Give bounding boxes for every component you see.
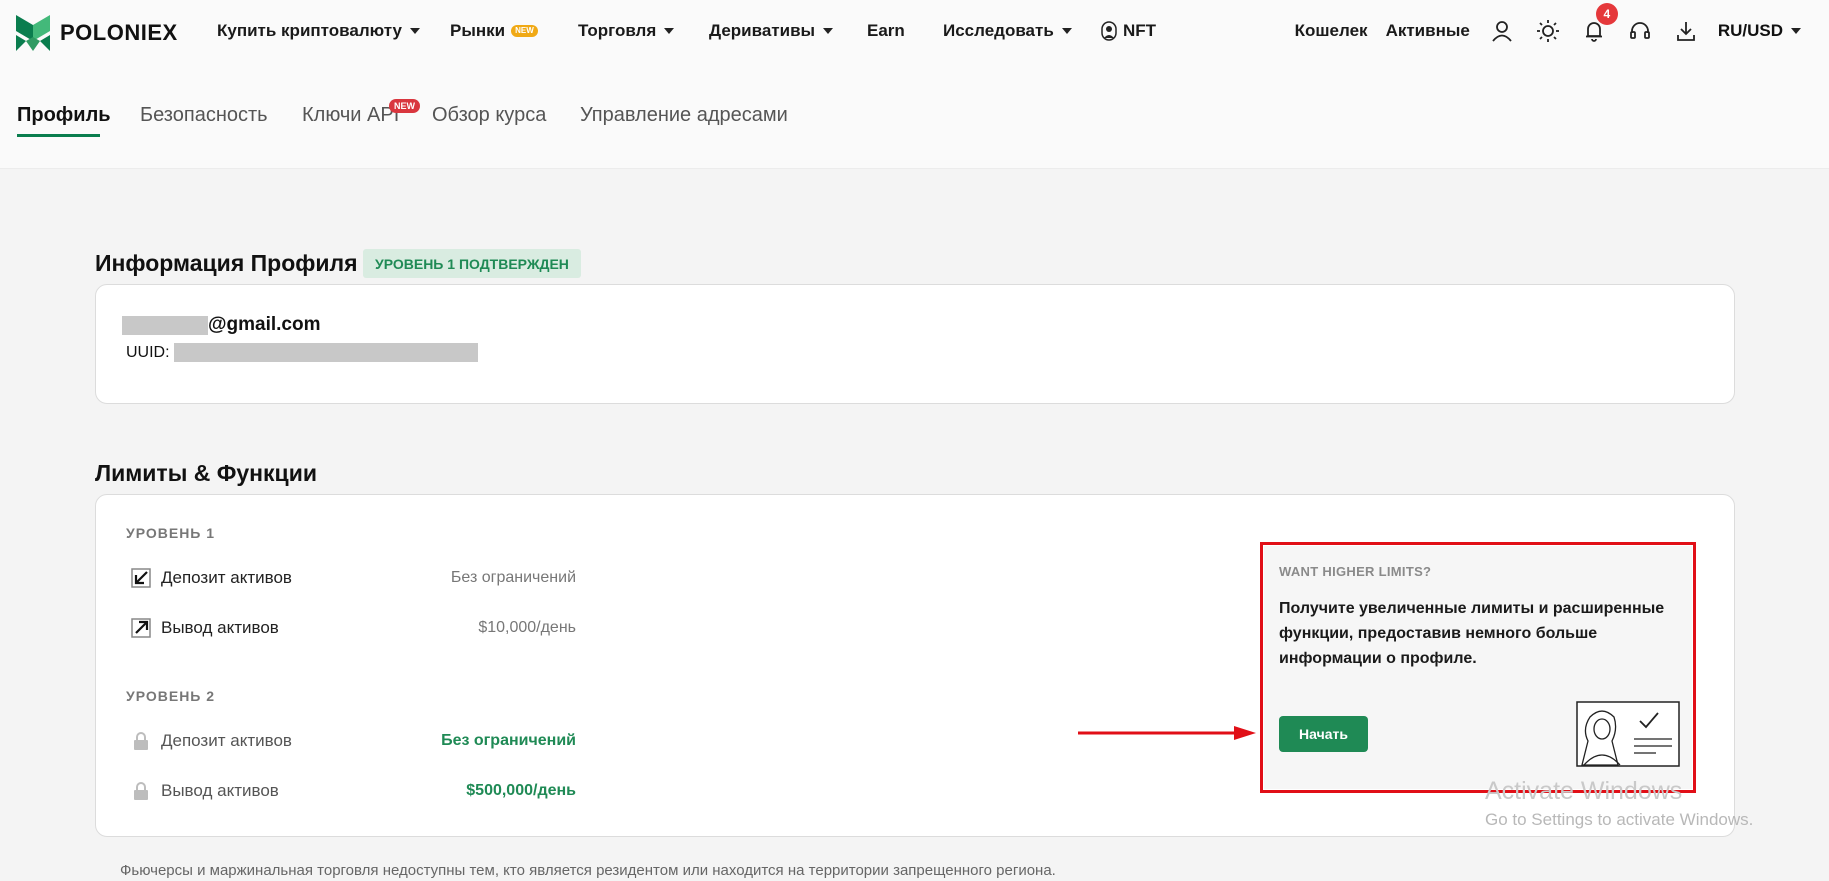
notification-count-badge: 4 xyxy=(1595,3,1618,25)
limit-name: Вывод активов xyxy=(161,781,279,800)
nft-portrait-icon xyxy=(1101,21,1117,41)
tab-security[interactable]: Безопасность xyxy=(140,104,268,127)
tab-rate-overview[interactable]: Обзор курса xyxy=(432,104,546,127)
chevron-down-icon xyxy=(409,28,420,34)
nav-earn[interactable]: Earn xyxy=(867,21,905,41)
chevron-down-icon xyxy=(664,28,675,34)
level-1-label: УРОВЕНЬ 1 xyxy=(126,525,216,541)
nav-buy-crypto[interactable]: Купить криптовалюту xyxy=(217,21,420,41)
withdraw-arrow-icon xyxy=(131,618,151,638)
user-icon[interactable] xyxy=(1488,17,1516,45)
nav-markets[interactable]: Рынки NEW xyxy=(450,21,538,41)
nav-label: Купить криптовалюту xyxy=(217,21,402,40)
brand-logo[interactable]: POLONIEX xyxy=(16,15,178,51)
account-nav: Кошелек Активные 4 RU/USD xyxy=(1295,0,1801,62)
poloniex-logo-icon xyxy=(16,15,50,51)
limit-name: Депозит активов xyxy=(161,731,292,750)
nav-nft[interactable]: NFT xyxy=(1101,21,1156,41)
level2-withdraw-row: Вывод активов $500,000/день xyxy=(130,778,576,804)
limit-value: Без ограничений xyxy=(450,569,576,586)
nav-label: Деривативы xyxy=(709,21,816,40)
nav-label: Earn xyxy=(867,21,905,40)
email-row: @gmail.com xyxy=(122,314,321,336)
assets-link[interactable]: Активные xyxy=(1386,21,1470,41)
verification-level-badge: УРОВЕНЬ 1 ПОДТВЕРЖДЕН xyxy=(363,249,581,278)
active-tab-indicator xyxy=(17,134,100,137)
limit-value: $10,000/день xyxy=(478,619,576,636)
level-2-label: УРОВЕНЬ 2 xyxy=(126,688,216,704)
account-tabs xyxy=(0,62,1829,169)
new-badge: NEW xyxy=(511,25,538,37)
promo-kicker: WANT HIGHER LIMITS? xyxy=(1279,564,1432,579)
promo-description: Получите увеличенные лимиты и расширенны… xyxy=(1279,600,1665,667)
nav-label: Рынки xyxy=(450,21,506,40)
level1-deposit-row: Депозит активов Без ограничений xyxy=(130,565,576,591)
nav-derivatives[interactable]: Деривативы xyxy=(709,21,834,41)
windows-activation-hint: Go to Settings to activate Windows. xyxy=(1485,810,1754,829)
id-card-illustration-icon xyxy=(1576,701,1680,767)
tab-profile[interactable]: Профиль xyxy=(17,104,111,127)
theme-sun-icon[interactable] xyxy=(1534,17,1562,45)
windows-activation-watermark: Activate Windows xyxy=(1485,777,1683,805)
uuid-row: UUID: xyxy=(126,343,478,362)
nav-explore[interactable]: Исследовать xyxy=(943,21,1072,41)
nav-trading[interactable]: Торговля xyxy=(578,21,675,41)
wallet-link[interactable]: Кошелек xyxy=(1295,21,1368,41)
locale-selector[interactable]: RU/USD xyxy=(1718,21,1801,41)
uuid-label: UUID: xyxy=(126,343,170,361)
limit-name: Депозит активов xyxy=(161,568,292,587)
level1-withdraw-row: Вывод активов $10,000/день xyxy=(130,615,576,641)
nav-label: Торговля xyxy=(578,21,657,40)
restriction-footnote: Фьючерсы и маржинальная торговля недосту… xyxy=(120,862,1056,879)
redacted-email-user xyxy=(122,315,208,335)
locale-label: RU/USD xyxy=(1717,21,1783,40)
limit-value: $500,000/день xyxy=(466,782,576,799)
deposit-arrow-icon xyxy=(131,568,151,588)
profile-info-title: Информация Профиля xyxy=(95,250,358,276)
brand-name: POLONIEX xyxy=(60,20,178,45)
email-domain: @gmail.com xyxy=(208,314,321,335)
lock-icon xyxy=(134,782,148,800)
lock-icon xyxy=(134,732,148,750)
download-icon[interactable] xyxy=(1672,17,1700,45)
nav-label: NFT xyxy=(1123,21,1157,40)
limit-name: Вывод активов xyxy=(161,618,279,637)
support-headset-icon[interactable] xyxy=(1626,17,1654,45)
limit-value: Без ограничений xyxy=(441,732,576,749)
tab-api-keys[interactable]: Ключи API xyxy=(302,104,399,127)
red-annotation-arrow-icon xyxy=(1078,726,1256,740)
nav-label: Исследовать xyxy=(943,21,1054,40)
limits-title: Лимиты & Функции xyxy=(95,460,317,486)
api-new-badge: NEW xyxy=(389,99,420,113)
tab-address-management[interactable]: Управление адресами xyxy=(580,104,788,127)
start-verification-button[interactable]: Начать xyxy=(1279,716,1368,752)
notifications-bell-icon[interactable]: 4 xyxy=(1580,3,1618,45)
chevron-down-icon xyxy=(1791,28,1801,34)
chevron-down-icon xyxy=(823,28,834,34)
level2-deposit-row: Депозит активов Без ограничений xyxy=(130,728,576,754)
redacted-uuid xyxy=(173,343,478,362)
chevron-down-icon xyxy=(1061,28,1072,34)
top-navbar: POLONIEX Купить криптовалюту Рынки NEW Т… xyxy=(0,0,1829,62)
